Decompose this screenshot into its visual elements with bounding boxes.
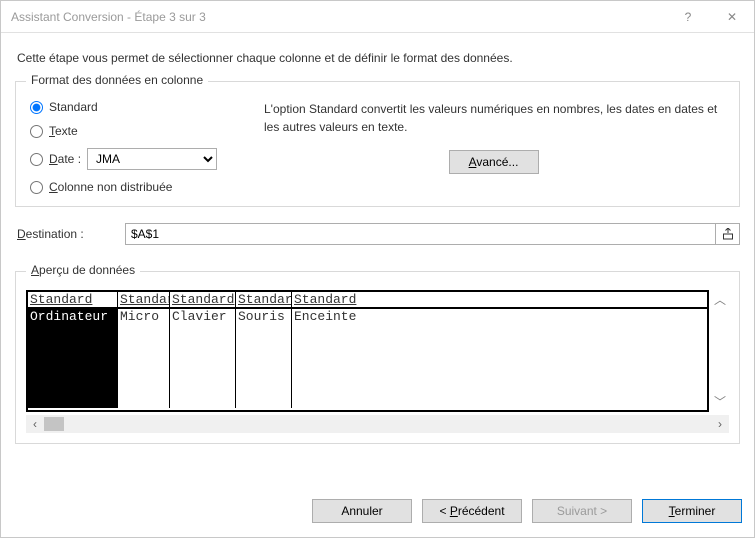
destination-row: Destination : xyxy=(15,223,740,245)
preview-header[interactable]: Standard xyxy=(28,292,118,307)
scroll-thumb[interactable] xyxy=(44,417,64,431)
preview-cell[interactable]: Souris xyxy=(236,309,292,324)
format-description: L'option Standard convertit les valeurs … xyxy=(264,100,723,136)
titlebar: Assistant Conversion - Étape 3 sur 3 ? ✕ xyxy=(1,1,754,33)
preview-cell[interactable]: Micro xyxy=(118,309,170,324)
scroll-down-icon[interactable]: ﹀ xyxy=(714,392,726,412)
preview-header[interactable]: Standard xyxy=(170,292,236,307)
scroll-track[interactable] xyxy=(44,415,711,433)
preview-data-row: Ordinateur Micro Clavier Souris Enceinte xyxy=(28,309,707,324)
preview-cell[interactable]: Clavier xyxy=(170,309,236,324)
radio-texte[interactable]: Texte xyxy=(30,124,256,138)
close-button[interactable]: ✕ xyxy=(710,1,754,33)
preview-vertical-scrollbar[interactable]: ︿ ﹀ xyxy=(711,290,729,412)
preview-fieldset: Aperçu de données Standard Standard Stan… xyxy=(15,271,740,444)
preview-area: Standard Standard Standard Standard Stan… xyxy=(26,290,729,412)
radio-date-input[interactable] xyxy=(30,153,43,166)
dialog-content: Cette étape vous permet de sélectionner … xyxy=(1,33,754,487)
preview-header-row: Standard Standard Standard Standard Stan… xyxy=(28,292,707,309)
date-format-select[interactable]: JMA xyxy=(87,148,217,170)
preview-grid[interactable]: Standard Standard Standard Standard Stan… xyxy=(26,290,709,412)
scroll-left-icon[interactable]: ‹ xyxy=(26,417,44,431)
intro-text: Cette étape vous permet de sélectionner … xyxy=(17,51,740,65)
preview-horizontal-scrollbar[interactable]: ‹ › xyxy=(26,415,729,433)
preview-header[interactable]: Standard xyxy=(118,292,170,307)
radio-texte-input[interactable] xyxy=(30,125,43,138)
radio-date-row: Date : JMA xyxy=(30,148,256,170)
destination-input[interactable] xyxy=(125,223,716,245)
preview-empty-area xyxy=(28,324,707,408)
radio-standard-input[interactable] xyxy=(30,101,43,114)
radio-standard[interactable]: Standard xyxy=(30,100,256,114)
dialog-footer: Annuler < Précédent Suivant > Terminer xyxy=(1,487,754,537)
scroll-up-icon[interactable]: ︿ xyxy=(714,290,726,310)
close-icon: ✕ xyxy=(727,10,737,24)
finish-button[interactable]: Terminer xyxy=(642,499,742,523)
previous-button[interactable]: < Précédent xyxy=(422,499,522,523)
help-icon: ? xyxy=(685,10,692,24)
format-fieldset: Format des données en colonne Standard T… xyxy=(15,81,740,207)
format-right: L'option Standard convertit les valeurs … xyxy=(256,96,729,194)
preview-header[interactable]: Standard xyxy=(236,292,292,307)
destination-label: Destination : xyxy=(15,227,125,241)
destination-input-wrap xyxy=(125,223,740,245)
preview-legend: Aperçu de données xyxy=(26,263,140,277)
radio-colonne-label: Colonne non distribuée xyxy=(49,180,172,194)
format-options: Standard Texte Date : JMA xyxy=(26,96,256,194)
next-button[interactable]: Suivant > xyxy=(532,499,632,523)
radio-colonne[interactable]: Colonne non distribuée xyxy=(30,180,256,194)
radio-colonne-input[interactable] xyxy=(30,181,43,194)
radio-texte-label: Texte xyxy=(49,124,78,138)
preview-header[interactable]: Standard xyxy=(292,292,707,307)
preview-cell[interactable]: Ordinateur xyxy=(28,309,118,324)
help-button[interactable]: ? xyxy=(666,1,710,33)
radio-date-label: Date : xyxy=(49,152,81,166)
dialog-window: Assistant Conversion - Étape 3 sur 3 ? ✕… xyxy=(0,0,755,538)
radio-standard-label: Standard xyxy=(49,100,98,114)
range-picker-icon xyxy=(722,228,734,240)
preview-cell[interactable]: Enceinte xyxy=(292,309,707,324)
advanced-button[interactable]: Avancé... xyxy=(449,150,539,174)
cancel-button[interactable]: Annuler xyxy=(312,499,412,523)
scroll-right-icon[interactable]: › xyxy=(711,417,729,431)
format-legend: Format des données en colonne xyxy=(26,73,208,87)
format-row: Standard Texte Date : JMA xyxy=(26,96,729,194)
window-title: Assistant Conversion - Étape 3 sur 3 xyxy=(11,10,666,24)
range-picker-button[interactable] xyxy=(716,223,740,245)
